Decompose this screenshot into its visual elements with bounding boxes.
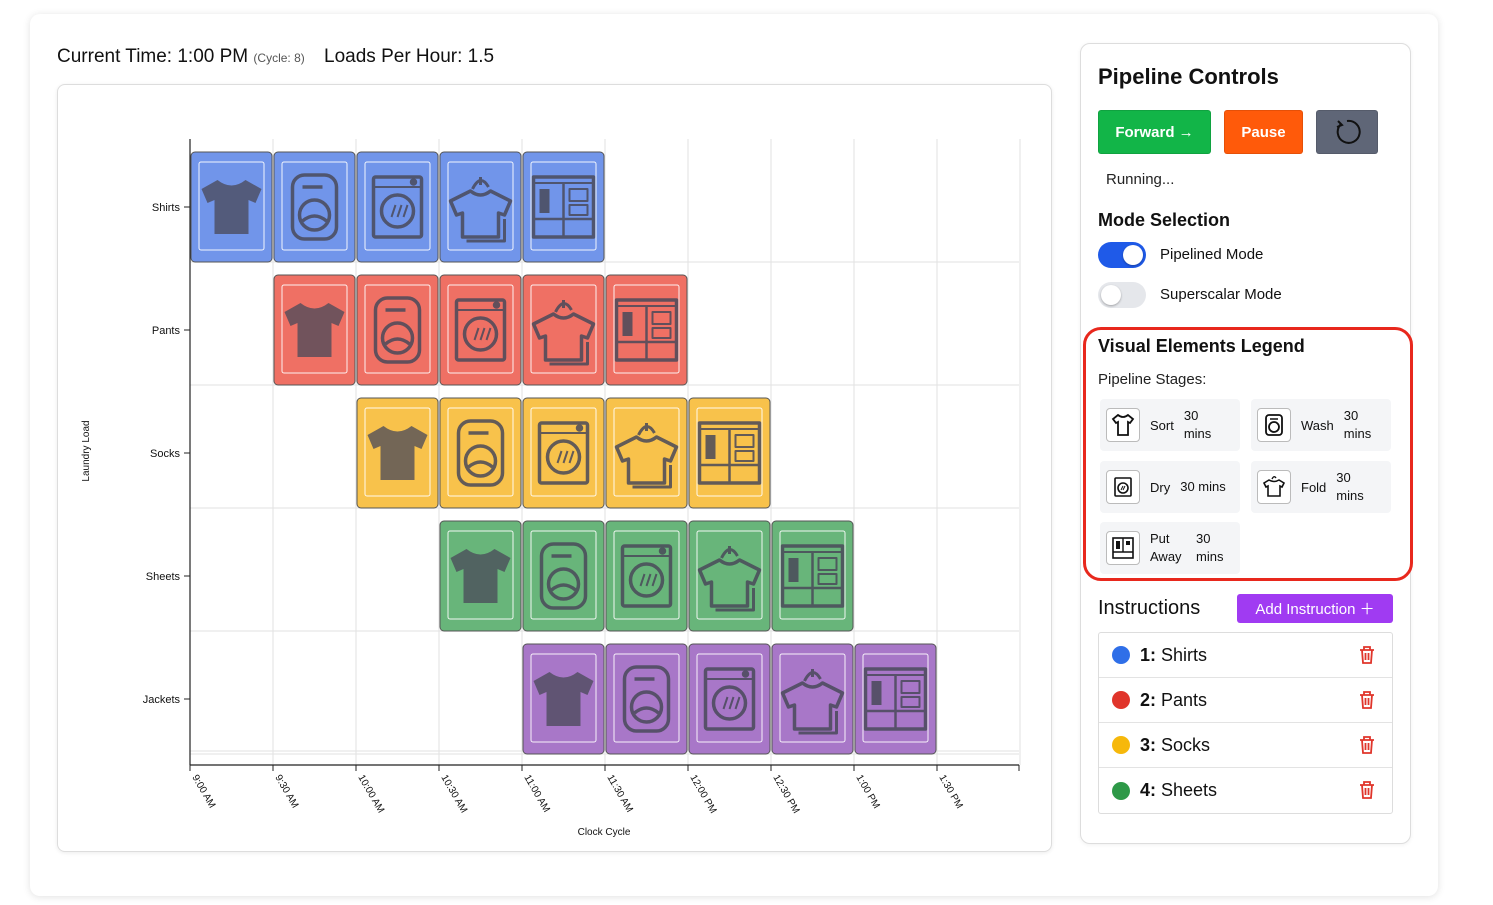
- reset-button[interactable]: [1316, 110, 1378, 154]
- instruction-row: 3: Socks: [1099, 723, 1392, 768]
- x-tick-label: 10:00 AM: [355, 773, 386, 815]
- instruction-row: 4: Sheets: [1099, 768, 1392, 813]
- legend-item-wash: Wash 30 mins: [1251, 399, 1391, 451]
- stage-block: [688, 397, 771, 509]
- stage-block: [439, 274, 522, 386]
- legend-title: Visual Elements Legend: [1098, 336, 1305, 356]
- stage-block: [273, 274, 356, 386]
- color-dot: [1112, 736, 1130, 754]
- loads-per-hour-label: Loads Per Hour: 1.5: [324, 46, 495, 67]
- x-tick-label: 1:00 PM: [853, 773, 881, 811]
- add-instruction-button[interactable]: Add Instruction ＋: [1237, 594, 1393, 623]
- x-tick-label: 11:30 AM: [604, 773, 634, 814]
- x-tick-label: 12:30 PM: [770, 773, 801, 816]
- shirt-icon: [1106, 408, 1140, 442]
- stage-block: [356, 274, 439, 386]
- stage-block-bg: [439, 397, 522, 509]
- stage-block-bg: [356, 274, 439, 386]
- stage-block-bg: [688, 643, 771, 755]
- legend-item-put-away: Put Away 30 mins: [1100, 522, 1240, 574]
- pipelined-label: Pipelined Mode: [1160, 246, 1264, 263]
- stage-block: [356, 151, 439, 263]
- superscalar-toggle[interactable]: [1098, 282, 1146, 308]
- stage-block-bg: [605, 520, 688, 632]
- stage-block: [522, 397, 605, 509]
- legend-item-dry: Dry 30 mins: [1100, 461, 1240, 513]
- x-tick-label: 9:00 AM: [189, 773, 217, 810]
- y-tick-label: Jackets: [143, 694, 181, 706]
- dryer-icon: [1106, 470, 1140, 504]
- stage-block-bg: [605, 643, 688, 755]
- y-tick-label: Shirts: [152, 202, 181, 214]
- stage-block: [356, 397, 439, 509]
- legend-item-fold: Fold 30 mins: [1251, 461, 1391, 513]
- color-dot: [1112, 691, 1130, 709]
- trash-icon[interactable]: [1358, 780, 1376, 805]
- stage-block: [522, 151, 605, 263]
- stage-block: [439, 397, 522, 509]
- stage-block: [605, 274, 688, 386]
- y-axis-label: Laundry Load: [81, 420, 92, 481]
- washer-icon: [1257, 408, 1291, 442]
- x-tick-label: 9:30 AM: [272, 773, 300, 810]
- stage-block: [771, 643, 854, 755]
- color-dot: [1112, 781, 1130, 800]
- stage-block-bg: [522, 520, 605, 632]
- stage-block: [688, 520, 771, 632]
- color-dot: [1112, 646, 1130, 664]
- stage-block-bg: [356, 151, 439, 263]
- stage-block: [522, 274, 605, 386]
- y-tick-label: Sheets: [146, 571, 181, 583]
- mode-title: Mode Selection: [1098, 210, 1231, 230]
- pipelined-toggle[interactable]: [1098, 242, 1146, 268]
- stage-block: [854, 643, 937, 755]
- x-tick-label: 1:30 PM: [936, 773, 964, 811]
- legend-subtitle: Pipeline Stages:: [1098, 371, 1207, 388]
- instruction-row: 1: Shirts: [1099, 633, 1392, 678]
- y-tick-label: Pants: [152, 325, 181, 337]
- stage-block-bg: [522, 397, 605, 509]
- stage-block: [771, 520, 854, 632]
- x-tick-label: 10:30 AM: [438, 773, 469, 815]
- cycle-label: (Cycle: 8): [253, 51, 305, 65]
- current-time-label: Current Time: 1:00 PM: [57, 46, 249, 67]
- trash-icon[interactable]: [1358, 735, 1376, 760]
- x-tick-label: 12:00 PM: [687, 773, 718, 816]
- status-line: Current Time: 1:00 PM (Cycle: 8) Loads P…: [57, 46, 494, 68]
- stage-block: [688, 643, 771, 755]
- stage-block-bg: [273, 151, 356, 263]
- folded-shirt-icon: [1257, 470, 1291, 504]
- pause-button[interactable]: Pause: [1224, 110, 1303, 154]
- instruction-row: 2: Pants: [1099, 678, 1392, 723]
- forward-button[interactable]: Forward →: [1098, 110, 1211, 154]
- superscalar-label: Superscalar Mode: [1160, 286, 1282, 303]
- instruction-list: 1: Shirts 2: Pants 3: Socks 4: Sheets: [1098, 632, 1393, 814]
- stage-block: [439, 520, 522, 632]
- wardrobe-icon: [1106, 531, 1140, 565]
- stage-block: [522, 643, 605, 755]
- stage-block-bg: [439, 274, 522, 386]
- stage-block: [605, 397, 688, 509]
- stage-block: [605, 520, 688, 632]
- trash-icon[interactable]: [1358, 690, 1376, 715]
- instructions-title: Instructions: [1098, 597, 1201, 619]
- x-tick-label: 11:00 AM: [521, 773, 551, 814]
- rotate-ccw-icon: [1336, 119, 1361, 144]
- stage-block: [522, 520, 605, 632]
- legend-item-sort: Sort 30 mins: [1100, 399, 1240, 451]
- run-status: Running...: [1106, 171, 1175, 188]
- x-axis-label: Clock Cycle: [578, 827, 631, 838]
- stage-block: [190, 151, 273, 263]
- panel-title: Pipeline Controls: [1098, 64, 1279, 89]
- stage-block: [273, 151, 356, 263]
- y-tick-label: Socks: [150, 448, 180, 460]
- stage-block: [439, 151, 522, 263]
- trash-icon[interactable]: [1358, 645, 1376, 670]
- pipeline-chart: 9:00 AM 9:30 AM 10:00 AM 10:30 AM 11:00 AM 11…: [81, 139, 1021, 838]
- stage-block: [605, 643, 688, 755]
